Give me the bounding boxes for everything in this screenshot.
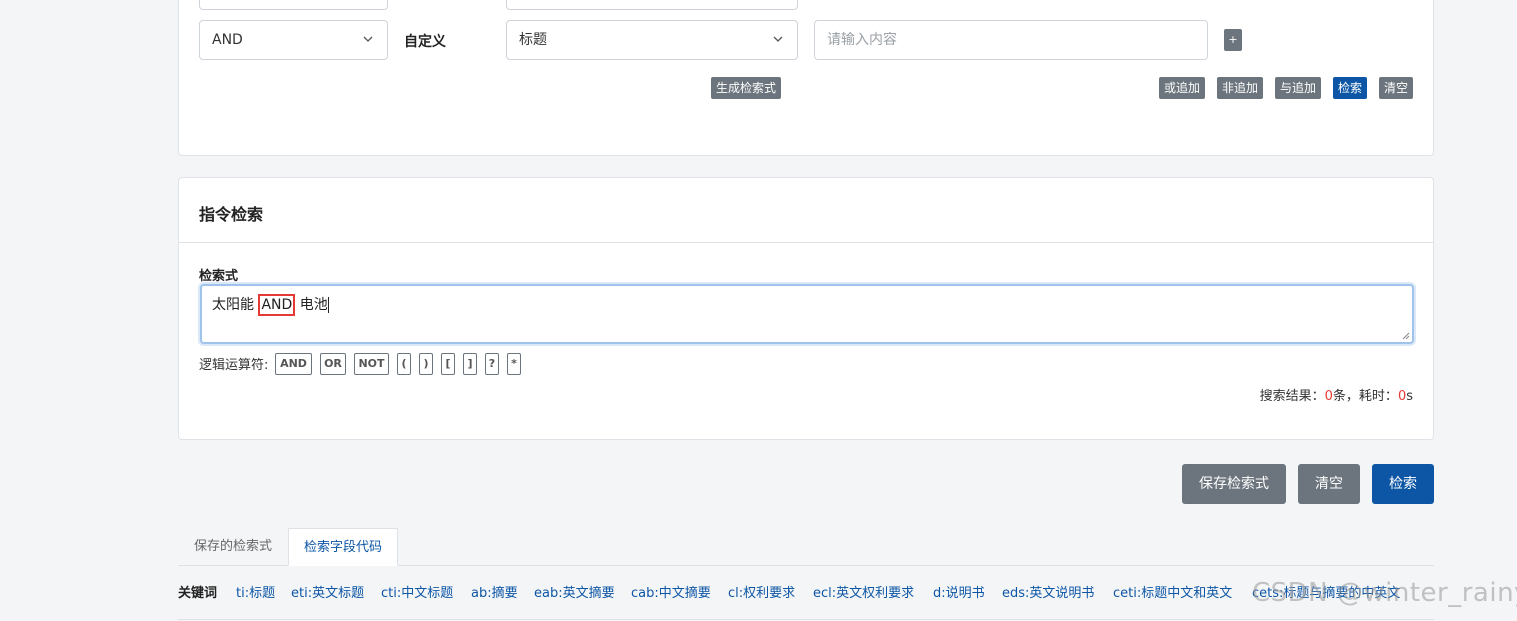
operator-question-button[interactable]: ? [485,353,499,375]
operator-right-paren-button[interactable]: ) [419,353,433,375]
operator-asterisk-button[interactable]: * [507,353,521,375]
or-append-button[interactable]: 或追加 [1159,77,1206,99]
operator-not-button[interactable]: NOT [354,353,389,375]
operator-left-bracket-button[interactable]: [ [441,353,455,375]
bottom-divider [178,619,1434,620]
command-search-title: 指令检索 [199,205,264,224]
field-select[interactable]: 标题 [506,20,798,60]
tab-saved-expressions[interactable]: 保存的检索式 [178,528,288,566]
save-expression-button[interactable]: 保存检索式 [1182,464,1286,504]
expression-label: 检索式 [199,269,239,284]
advanced-clear-button[interactable]: 清空 [1379,77,1414,99]
not-append-button[interactable]: 非追加 [1217,77,1264,99]
result-prefix: 搜索结果： [1259,389,1325,404]
text-caret [327,297,329,313]
resize-handle-icon[interactable] [1402,332,1410,340]
logic-select[interactable]: AND [199,20,388,60]
add-row-button[interactable]: + [1224,29,1242,51]
clear-button[interactable]: 清空 [1298,464,1360,504]
previous-row-field-edge [506,0,798,10]
operator-and-button[interactable]: AND [275,353,312,375]
keyword-eds[interactable]: eds:英文说明书 [1002,582,1094,601]
command-search-card: 指令检索 检索式 太阳能 AND 电池 逻辑运算符: AND OR NOT ( … [178,177,1434,440]
keyword-cti[interactable]: cti:中文标题 [381,582,453,601]
watermark: CSDN @winter_rainy [1252,578,1517,608]
result-time: 0 [1397,389,1407,404]
keyword-eab[interactable]: eab:英文摘要 [534,582,615,601]
previous-row-select-edge [199,0,388,10]
command-search-header: 指令检索 [179,178,1433,243]
keyword-ceti[interactable]: ceti:标题中文和英文 [1113,582,1232,601]
expression-text-after: 电池 [295,297,328,313]
keyword-ecl[interactable]: ecl:英文权利要求 [813,582,914,601]
content-input[interactable]: 请输入内容 [814,20,1208,60]
operator-right-bracket-button[interactable]: ] [463,353,477,375]
tab-field-codes[interactable]: 检索字段代码 [288,528,398,566]
content-input-placeholder: 请输入内容 [827,32,897,48]
keyword-ti[interactable]: ti:标题 [236,582,275,601]
result-count: 0 [1324,389,1333,404]
field-type-label: 自定义 [404,34,446,50]
result-unit: s [1406,389,1413,404]
search-result-summary: 搜索结果：0条，耗时：0s [1260,385,1413,404]
chevron-down-icon [773,36,783,42]
expression-highlight: AND [258,294,296,316]
advanced-search-button[interactable]: 检索 [1333,77,1368,99]
keyword-d[interactable]: d:说明书 [933,582,985,601]
keyword-ab[interactable]: ab:摘要 [471,582,518,601]
expression-textarea[interactable]: 太阳能 AND 电池 [200,284,1414,344]
field-select-value: 标题 [519,32,547,48]
keywords-title: 关键词 [178,586,218,601]
operator-left-paren-button[interactable]: ( [397,353,411,375]
keyword-eti[interactable]: eti:英文标题 [291,582,364,601]
expression-text-before: 太阳能 [212,297,259,313]
logic-select-value: AND [212,32,243,48]
result-mid: 条，耗时： [1332,389,1398,404]
generate-expression-button[interactable]: 生成检索式 [711,77,782,99]
keyword-cl[interactable]: cl:权利要求 [728,582,795,601]
operator-or-button[interactable]: OR [320,353,346,375]
and-append-button[interactable]: 与追加 [1275,77,1322,99]
keyword-cab[interactable]: cab:中文摘要 [631,582,711,601]
operators-label: 逻辑运算符: [199,358,269,373]
search-button[interactable]: 检索 [1372,464,1434,504]
chevron-down-icon [363,36,373,42]
